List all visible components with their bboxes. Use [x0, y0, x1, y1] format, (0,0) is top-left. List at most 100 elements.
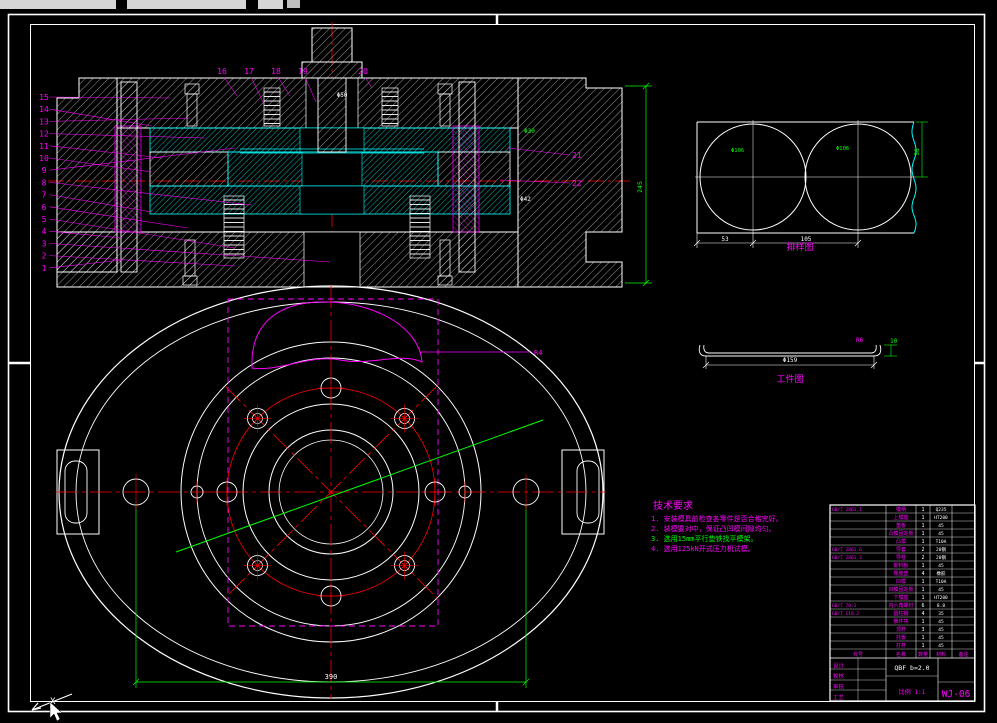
parts-header-cell: 数量 — [918, 651, 928, 658]
part-code: GB/T 70.1 — [832, 603, 857, 609]
blank-dia-label: Φ106 — [731, 148, 744, 154]
part-qty: 1 — [921, 507, 924, 513]
part-qty: 4 — [921, 571, 924, 577]
part-name: 导套 — [896, 546, 906, 553]
scale-label: 比例 1:1 — [899, 688, 926, 696]
sign-label: 校核 — [833, 672, 845, 680]
shank — [311, 27, 353, 63]
dim-workpiece-dia: Φ159 — [783, 357, 798, 364]
part-name: 垫板 — [896, 522, 906, 529]
dim-workpiece-height: 10 — [890, 338, 898, 345]
sign-label: 工艺 — [833, 694, 845, 701]
balloon-number: 22 — [572, 179, 582, 188]
workpiece-view-label: 工件图 — [776, 373, 803, 385]
sign-label: 审核 — [833, 683, 845, 691]
part-qty: 1 — [921, 523, 924, 529]
part-qty: 2 — [921, 555, 924, 561]
punch-projection — [227, 298, 439, 627]
balloon-number: 15 — [39, 93, 49, 102]
part-code: GB/T 2861.1 — [832, 507, 862, 513]
part-code: GB/T 2861.3 — [832, 555, 862, 561]
part-name: 下模座 — [893, 594, 908, 601]
screw-head — [437, 275, 453, 286]
tech-note-line: 2. 装模要对中，保证凸凹模间隙均匀。 — [651, 524, 776, 533]
dim-strip-width: 56 — [914, 148, 921, 156]
part-name: 凸模固定板 — [888, 530, 913, 537]
tech-note-line: 1. 安装模具前检查各零件是否合格完好。 — [651, 514, 783, 523]
part-material: 35 — [938, 611, 944, 617]
part-name: 打杆 — [896, 642, 906, 649]
part-material: 45 — [938, 627, 944, 633]
break-line — [911, 121, 917, 234]
balloon-number: 19 — [298, 67, 308, 76]
part-name: 凸模 — [896, 538, 906, 545]
screw-head — [184, 83, 200, 95]
screw-head — [437, 83, 453, 95]
part-qty: 2 — [921, 547, 924, 553]
slug-hole — [303, 231, 361, 288]
part-code: GB/T 119.2 — [832, 611, 859, 617]
part-qty: 3 — [921, 627, 924, 633]
part-name: 顶杆 — [896, 626, 906, 633]
punch — [317, 77, 347, 153]
part-material: T10A — [936, 579, 947, 585]
parts-header-cell: 材料 — [936, 651, 946, 658]
part-qty: 1 — [921, 643, 924, 649]
part-qty: 1 — [921, 531, 924, 537]
part-material: 45 — [938, 643, 944, 649]
strip-view-label: 排样图 — [786, 241, 813, 253]
part-qty: 1 — [921, 539, 924, 545]
toolbar-fragment — [0, 0, 116, 9]
parts-header-cell: 备注 — [958, 651, 968, 658]
screw — [186, 93, 198, 127]
tech-notes-lines: 1. 安装模具前检查各零件是否合格完好。2. 装模要对中，保证凸凹模间隙均匀。3… — [651, 514, 783, 553]
part-qty: 1 — [921, 587, 924, 593]
balloon-number: 18 — [271, 67, 281, 76]
part-name: 内六角螺钉 — [888, 602, 913, 609]
balloon-number: 10 — [39, 154, 49, 163]
blank-dia-label: Φ106 — [836, 146, 849, 152]
part-material: 橡胶 — [937, 570, 946, 577]
window-toolbar-fragments — [0, 0, 300, 9]
part-material: Q235 — [936, 507, 947, 513]
dim-a: Φ30 — [524, 128, 535, 135]
balloon-number: 17 — [244, 67, 254, 76]
part-qty: 1 — [921, 595, 924, 601]
parts-header-cell: 代号 — [853, 651, 863, 658]
sign-label: 设计 — [833, 662, 845, 670]
leader-label: R4 — [534, 349, 542, 357]
part-name: 凹模固定板 — [888, 586, 913, 593]
balloon-number: 3 — [42, 239, 47, 248]
toolbar-fragment — [287, 0, 300, 8]
part-material: 45 — [938, 619, 944, 625]
part-material: HT200 — [934, 595, 948, 601]
part-name: 凹模 — [896, 578, 906, 585]
part-material: 20钢 — [936, 554, 946, 561]
part-qty: 1 — [921, 515, 924, 521]
part-name: 模柄 — [896, 506, 906, 513]
guide-pillar-right — [458, 81, 476, 273]
cad-canvas[interactable]: Φ50 Φ30 Φ42 245 151413121110987654321 16… — [0, 0, 997, 723]
dim-b: Φ42 — [520, 196, 531, 203]
strip-layout-view: Φ106 Φ106 53 105 56 排样图 — [693, 120, 928, 253]
part-material: HT200 — [934, 515, 948, 521]
part-material: 8.8 — [937, 603, 945, 609]
drawing-number: WJ-06 — [942, 689, 971, 700]
part-qty: 6 — [921, 603, 924, 609]
spring — [263, 87, 281, 127]
part-name: 上模座 — [893, 514, 908, 521]
part-material: T10A — [936, 539, 947, 545]
material-spec: QBF b=2.0 — [894, 664, 929, 672]
workpiece-height-dim — [884, 344, 897, 357]
workpiece-view: 10 R6 Φ159 工件图 — [698, 337, 898, 385]
dim-section-height: 245 — [636, 181, 644, 193]
balloon-number: 4 — [42, 227, 47, 236]
part-name: 橡胶垫 — [893, 570, 908, 577]
part-qty: 1 — [921, 619, 924, 625]
part-qty: 1 — [921, 563, 924, 569]
die-cavity — [301, 151, 363, 187]
lower-pad-bore — [299, 185, 365, 215]
part-material: 45 — [938, 587, 944, 593]
screw — [439, 93, 451, 127]
part-code: GB/T 2861.6 — [832, 547, 862, 553]
